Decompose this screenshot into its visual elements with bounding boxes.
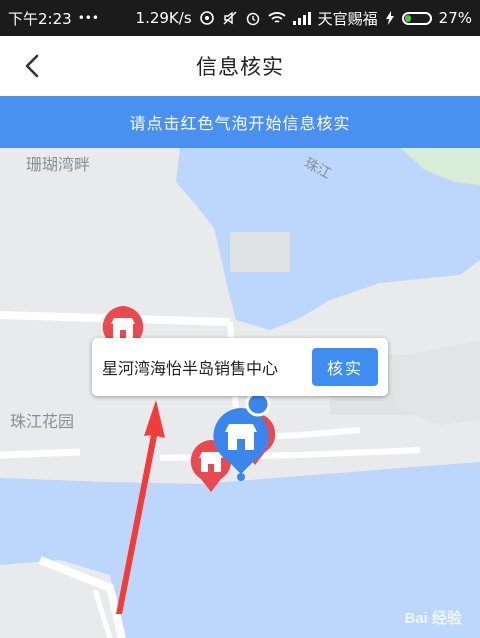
carrier-name: 天官赐福 [317, 9, 378, 28]
location-callout: 星河湾海怡半岛销售中心 核实 [92, 338, 388, 396]
signal-icon [292, 12, 311, 25]
mute-icon [223, 11, 237, 25]
map-label-garden: 珠江花园 [10, 412, 75, 431]
charging-icon [385, 11, 394, 25]
map-label-shanhu: 珊瑚湾畔 [26, 155, 91, 174]
sync-icon [199, 11, 214, 25]
wifi-icon [268, 12, 286, 23]
battery-icon [401, 11, 432, 25]
nav-header: 信息核实 [0, 36, 480, 96]
status-time: 下午2:23 [8, 9, 72, 28]
status-bar: 下午2:23 ••• 1.29K/s 天官赐福 27% [0, 0, 480, 36]
page-title: 信息核实 [196, 55, 284, 79]
callout-location-name: 星河湾海怡半岛销售中心 [102, 359, 279, 378]
map-view[interactable]: 珊瑚湾畔 珠江 珠江花园 星河湾海怡半岛销售中心 核实 Bai 经验 [0, 148, 480, 638]
status-dots: ••• [77, 11, 99, 25]
watermark: Bai 经验 [404, 610, 462, 627]
chevron-left-icon[interactable] [18, 50, 48, 82]
network-speed: 1.29K/s [135, 9, 192, 27]
verify-button[interactable]: 核实 [312, 348, 378, 386]
battery-percent: 27% [438, 9, 472, 27]
alarm-icon [246, 12, 259, 26]
banner-text: 请点击红色气泡开始信息核实 [129, 114, 351, 133]
instruction-banner: 请点击红色气泡开始信息核实 [0, 96, 480, 148]
annotation-arrow [116, 400, 165, 614]
